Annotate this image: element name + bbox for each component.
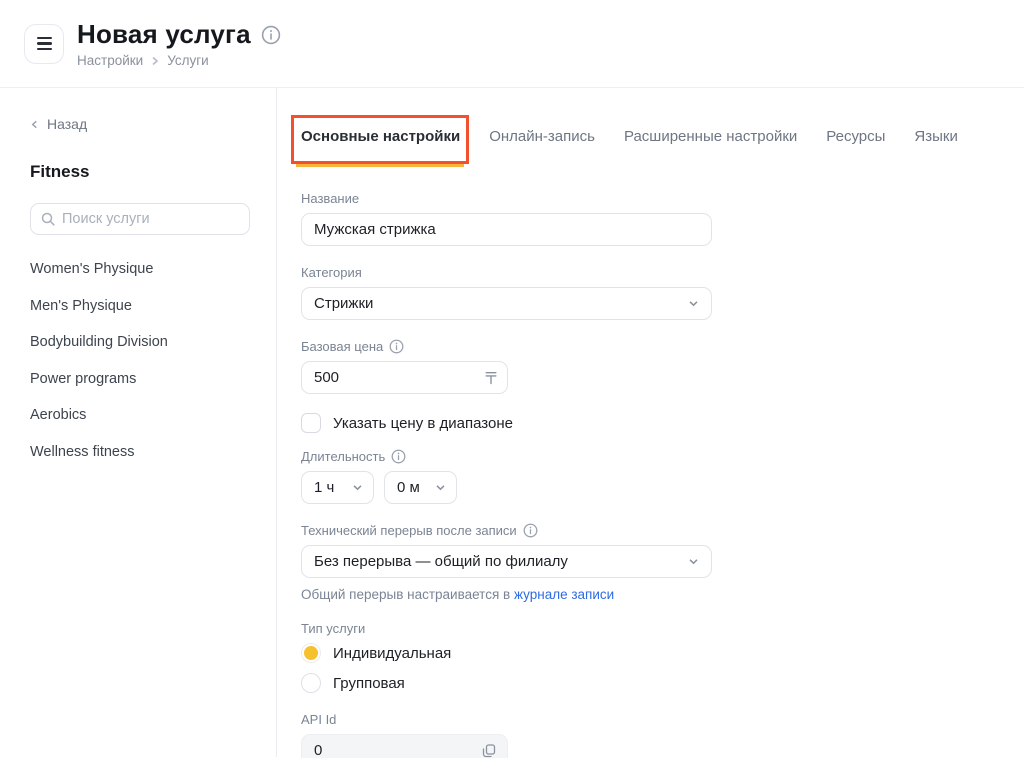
helper-prefix: Общий перерыв настраивается в <box>301 587 514 602</box>
radio-individual-label: Индивидуальная <box>333 645 451 662</box>
chevron-down-icon <box>435 482 446 493</box>
category-select[interactable]: Стрижки <box>301 287 712 320</box>
annotation-box <box>291 115 469 164</box>
journal-link[interactable]: журнале записи <box>514 587 614 602</box>
duration-label-text: Длительность <box>301 449 385 464</box>
price-range-checkbox[interactable] <box>301 413 321 433</box>
info-icon[interactable] <box>523 523 538 538</box>
tenge-icon <box>485 371 497 384</box>
api-id-field-label: API Id <box>301 712 712 727</box>
hamburger-icon <box>37 48 52 50</box>
radio-group[interactable] <box>301 673 321 693</box>
radio-group-label: Групповая <box>333 675 405 692</box>
category-title: Fitness <box>30 162 248 182</box>
breadcrumb-services[interactable]: Услуги <box>167 53 209 68</box>
service-search <box>30 203 250 235</box>
category-select-value: Стрижки <box>314 295 373 312</box>
tech-break-select-value: Без перерыва — общий по филиалу <box>314 553 568 570</box>
list-item[interactable]: Wellness fitness <box>30 434 248 471</box>
base-price-input[interactable] <box>301 361 508 394</box>
breadcrumb: Настройки Услуги <box>77 53 281 68</box>
tab-online-booking[interactable]: Онлайн-запись <box>489 127 595 147</box>
service-type-group-row[interactable]: Групповая <box>301 673 712 693</box>
hamburger-icon <box>37 42 52 44</box>
tab-advanced-settings[interactable]: Расширенные настройки <box>624 127 797 147</box>
duration-minutes-value: 0 м <box>397 479 420 496</box>
list-item[interactable]: Power programs <box>30 361 248 398</box>
base-price-field-label: Базовая цена <box>301 339 712 354</box>
search-input[interactable] <box>62 211 239 227</box>
main-content: Основные настройки Онлайн-запись Расшире… <box>277 88 1024 757</box>
page-title: Новая услуга <box>77 19 251 50</box>
breadcrumb-settings[interactable]: Настройки <box>77 53 143 68</box>
back-button[interactable]: Назад <box>30 116 248 132</box>
tab-general-settings[interactable]: Основные настройки <box>301 127 460 147</box>
back-label: Назад <box>47 116 87 132</box>
chevron-down-icon <box>688 556 699 567</box>
name-field-label: Название <box>301 191 712 206</box>
info-icon[interactable] <box>389 339 404 354</box>
search-icon <box>41 212 55 226</box>
category-field-label: Категория <box>301 265 712 280</box>
duration-hours-select[interactable]: 1 ч <box>301 471 374 504</box>
list-item[interactable]: Men's Physique <box>30 288 248 325</box>
hamburger-menu-button[interactable] <box>24 24 64 64</box>
duration-field-label: Длительность <box>301 449 712 464</box>
chevron-down-icon <box>352 482 363 493</box>
sidebar: Назад Fitness Women's Physique Men's Phy… <box>0 88 277 757</box>
chevron-right-icon <box>150 56 160 66</box>
hamburger-icon <box>37 37 52 39</box>
service-name-input[interactable] <box>301 213 712 246</box>
tab-resources[interactable]: Ресурсы <box>826 127 885 147</box>
tab-languages[interactable]: Языки <box>914 127 957 147</box>
radio-individual[interactable] <box>301 643 321 663</box>
copy-icon[interactable] <box>481 743 497 758</box>
app-header: Новая услуга Настройки Услуги <box>0 0 1024 88</box>
tech-break-field-label: Технический перерыв после записи <box>301 523 712 538</box>
tech-break-select[interactable]: Без перерыва — общий по филиалу <box>301 545 712 578</box>
duration-minutes-select[interactable]: 0 м <box>384 471 457 504</box>
base-price-label-text: Базовая цена <box>301 339 383 354</box>
list-item[interactable]: Aerobics <box>30 397 248 434</box>
info-icon[interactable] <box>261 25 281 45</box>
service-category-list: Women's Physique Men's Physique Bodybuil… <box>30 251 248 470</box>
price-range-checkbox-label: Указать цену в диапазоне <box>333 415 513 432</box>
tab-bar: Основные настройки Онлайн-запись Расшире… <box>301 127 1024 147</box>
api-id-input[interactable] <box>301 734 508 758</box>
service-type-individual-row[interactable]: Индивидуальная <box>301 643 712 663</box>
active-tab-indicator <box>296 164 464 167</box>
list-item[interactable]: Women's Physique <box>30 251 248 288</box>
info-icon[interactable] <box>391 449 406 464</box>
tech-break-helper-text: Общий перерыв настраивается в журнале за… <box>301 587 712 602</box>
tech-break-label-text: Технический перерыв после записи <box>301 523 517 538</box>
duration-hours-value: 1 ч <box>314 479 334 496</box>
service-form: Название Категория Стрижки Базовая цена <box>301 191 712 758</box>
price-range-checkbox-row[interactable]: Указать цену в диапазоне <box>301 413 712 433</box>
list-item[interactable]: Bodybuilding Division <box>30 324 248 361</box>
chevron-down-icon <box>688 298 699 309</box>
service-type-field-label: Тип услуги <box>301 621 712 636</box>
chevron-left-icon <box>30 120 39 129</box>
